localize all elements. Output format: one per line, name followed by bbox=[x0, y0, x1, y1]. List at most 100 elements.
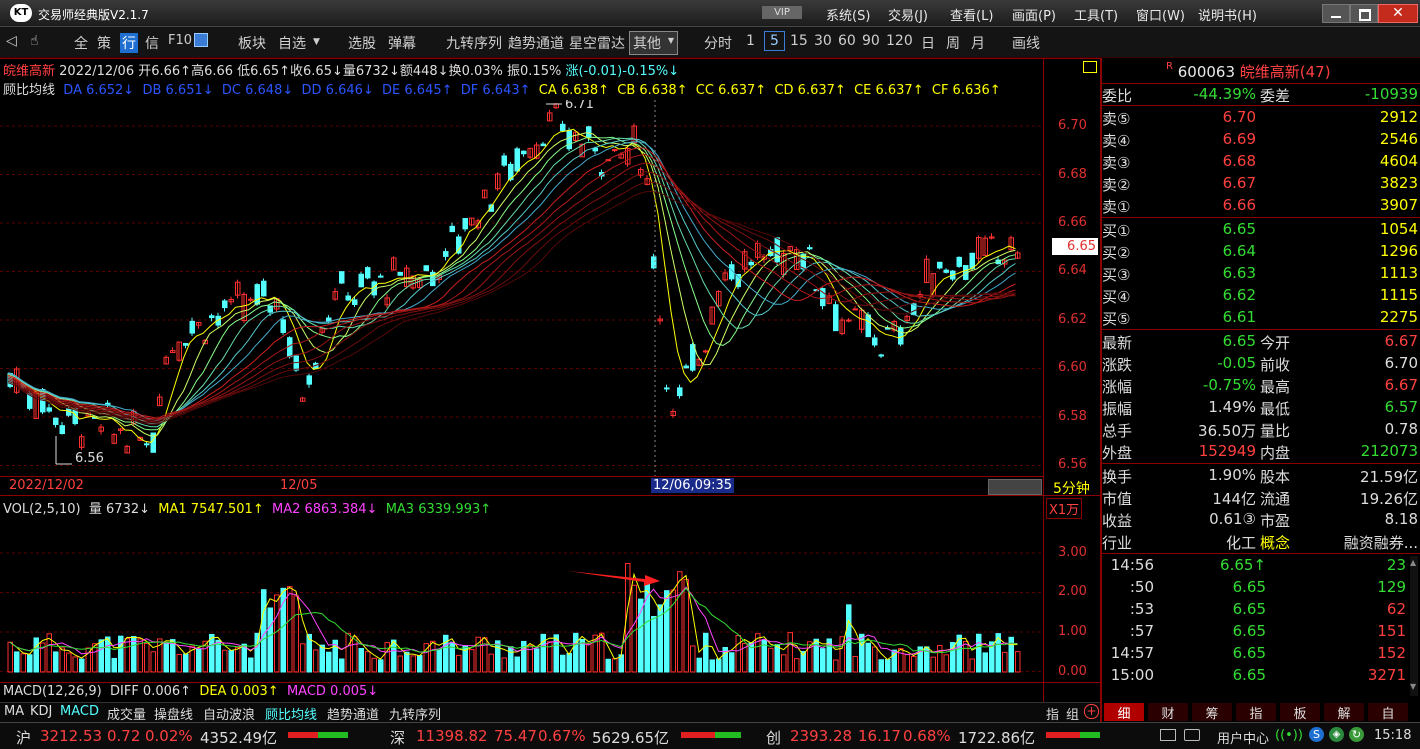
quote-tab[interactable]: 自 bbox=[1368, 703, 1408, 722]
close-icon[interactable]: ✕ bbox=[1378, 4, 1418, 23]
s-icon[interactable]: S bbox=[1309, 727, 1324, 742]
period-15min[interactable]: 15 bbox=[790, 33, 808, 49]
period-120min[interactable]: 120 bbox=[886, 33, 913, 49]
minimize-icon[interactable] bbox=[1322, 4, 1350, 23]
kline-chart[interactable]: 6.71 6.56 bbox=[0, 100, 1043, 476]
volume-bar bbox=[313, 649, 319, 673]
menu-tools[interactable]: 工具(T) bbox=[1074, 5, 1118, 24]
scroll-down-icon[interactable]: ▼ bbox=[1410, 682, 1418, 692]
menu-trade[interactable]: 交易(J) bbox=[888, 5, 928, 24]
stat-value: -0.75% bbox=[1202, 376, 1256, 394]
tb-draw-line[interactable]: 画线 bbox=[1012, 33, 1040, 53]
period-day[interactable]: 日 bbox=[921, 33, 935, 53]
gubi-ce: CE 6.637↑ bbox=[854, 83, 924, 98]
tab-kdj[interactable]: KDJ bbox=[30, 704, 52, 721]
shield-icon[interactable]: ◈ bbox=[1329, 727, 1344, 742]
tb-watchlist[interactable]: 自选 bbox=[278, 33, 306, 53]
stat-value: 152949 bbox=[1198, 442, 1256, 460]
gubi-ma-line bbox=[7, 153, 1016, 420]
quote-tab[interactable]: 细 bbox=[1104, 703, 1144, 722]
menu-manual[interactable]: 说明书(H) bbox=[1198, 5, 1257, 24]
period-intraday[interactable]: 分时 bbox=[704, 33, 732, 53]
tick-scrollbar[interactable]: ▲ ▼ bbox=[1410, 556, 1418, 696]
vol-tick: 3.00 bbox=[1058, 545, 1087, 560]
ask-volume: 3823 bbox=[1379, 174, 1418, 192]
bid-volume: 1113 bbox=[1379, 264, 1418, 282]
tick-time: 15:00 bbox=[1110, 666, 1154, 684]
sh-index[interactable]: 3212.53 bbox=[40, 727, 102, 745]
refresh-icon[interactable]: ↻ bbox=[1349, 727, 1364, 742]
period-month[interactable]: 月 bbox=[971, 33, 985, 53]
tab-gubi[interactable]: 顾比均线 bbox=[265, 704, 317, 723]
quote-tab[interactable]: 筹 bbox=[1192, 703, 1232, 722]
volume-bar bbox=[254, 632, 260, 673]
tb-market[interactable]: 行 bbox=[120, 33, 138, 53]
layout-icon[interactable] bbox=[194, 33, 208, 51]
chart-scrollbar[interactable] bbox=[988, 479, 1042, 495]
tb-sector[interactable]: 板块 bbox=[238, 33, 266, 53]
tb-screener[interactable]: 选股 bbox=[348, 33, 376, 53]
volume-bar bbox=[7, 641, 13, 673]
cy-index[interactable]: 2393.28 bbox=[790, 727, 852, 745]
tb-nine-turn[interactable]: 九转序列 bbox=[446, 33, 502, 53]
sz-index[interactable]: 11398.82 bbox=[416, 727, 488, 745]
menu-screen[interactable]: 画面(P) bbox=[1012, 5, 1056, 24]
quote-tab[interactable]: 解 bbox=[1324, 703, 1364, 722]
back-icon[interactable]: ◁ bbox=[6, 33, 17, 49]
tab-index[interactable]: 指 bbox=[1046, 704, 1059, 723]
bar-open: 开6.66↑ bbox=[138, 64, 192, 79]
user-center-link[interactable]: 用户中心 bbox=[1217, 728, 1269, 747]
tb-f10[interactable]: F10 bbox=[168, 33, 192, 48]
tb-strategy[interactable]: 策 bbox=[97, 33, 111, 53]
candle bbox=[280, 319, 286, 333]
tab-volume[interactable]: 成交量 bbox=[107, 704, 146, 723]
message-icon[interactable] bbox=[1184, 729, 1200, 741]
menu-view[interactable]: 查看(L) bbox=[950, 5, 993, 24]
status-bar: 沪 3212.53 0.72 0.02% 4352.49亿 深 11398.82… bbox=[0, 722, 1420, 749]
tab-macd[interactable]: MACD bbox=[60, 704, 99, 721]
period-60min[interactable]: 60 bbox=[838, 33, 856, 49]
fund-value: 化工 bbox=[1225, 534, 1256, 552]
menu-window[interactable]: 窗口(W) bbox=[1136, 5, 1185, 24]
volume-bar bbox=[378, 659, 384, 673]
volume-bar bbox=[124, 638, 130, 673]
tb-radar[interactable]: 星空雷达 bbox=[569, 33, 625, 53]
other-dropdown[interactable]: 其他 ▼ bbox=[629, 31, 678, 55]
tab-nine-turn[interactable]: 九转序列 bbox=[389, 704, 441, 723]
vip-badge[interactable]: VIP bbox=[762, 6, 802, 19]
tab-trend-channel[interactable]: 趋势通道 bbox=[327, 704, 379, 723]
volume-bar bbox=[787, 632, 793, 673]
quote-tab[interactable]: 财 bbox=[1148, 703, 1188, 722]
add-icon[interactable]: + bbox=[1084, 704, 1099, 719]
mail-icon[interactable] bbox=[1160, 729, 1176, 741]
tb-trend-channel[interactable]: 趋势通道 bbox=[508, 33, 564, 53]
tb-danmu[interactable]: 弹幕 bbox=[388, 33, 416, 53]
tab-auto-wave[interactable]: 自动波浪 bbox=[203, 704, 255, 723]
period-90min[interactable]: 90 bbox=[862, 33, 880, 49]
chart-settings-icon[interactable] bbox=[1083, 61, 1097, 73]
tb-all[interactable]: 全 bbox=[74, 33, 88, 53]
tab-ma[interactable]: MA bbox=[4, 704, 24, 721]
quote-tab[interactable]: 板 bbox=[1280, 703, 1320, 722]
period-1min[interactable]: 1 bbox=[746, 33, 755, 49]
quote-tab[interactable]: 指 bbox=[1236, 703, 1276, 722]
tb-info[interactable]: 信 bbox=[145, 33, 159, 53]
tab-trader-line[interactable]: 操盘线 bbox=[154, 704, 193, 723]
tab-group[interactable]: 组 bbox=[1066, 704, 1079, 723]
period-30min[interactable]: 30 bbox=[814, 33, 832, 49]
stock-code-header: R 600063 皖维高新(47) bbox=[1166, 61, 1331, 82]
hand-icon[interactable]: ☝ bbox=[30, 33, 39, 49]
scroll-up-icon[interactable]: ▲ bbox=[1410, 558, 1418, 568]
menu-system[interactable]: 系统(S) bbox=[826, 5, 870, 24]
period-week[interactable]: 周 bbox=[946, 33, 960, 53]
maximize-icon[interactable] bbox=[1350, 4, 1378, 23]
tick-price: 6.65↑ bbox=[1220, 556, 1266, 574]
period-5min[interactable]: 5 bbox=[764, 31, 785, 51]
stat-row: 总手 36.50万 量比 0.78 bbox=[1102, 418, 1418, 440]
volume-bar bbox=[508, 646, 514, 673]
sh-down-bar bbox=[318, 732, 348, 738]
chevron-down-icon[interactable]: ▼ bbox=[313, 37, 320, 47]
volume-chart[interactable] bbox=[0, 515, 1043, 680]
bid-level-label: 买② bbox=[1102, 244, 1131, 262]
volume-bar bbox=[605, 658, 611, 673]
